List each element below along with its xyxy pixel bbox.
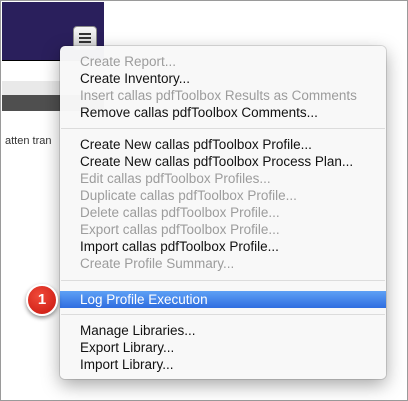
- background-partial-text: atten tran: [5, 135, 52, 147]
- menu-item-insert-results-as-comments[interactable]: Insert callas pdfToolbox Results as Comm…: [60, 87, 386, 104]
- hamburger-bar: [79, 37, 91, 39]
- menu-item-delete-profile[interactable]: Delete callas pdfToolbox Profile...: [60, 204, 386, 221]
- menu-item-edit-profiles[interactable]: Edit callas pdfToolbox Profiles...: [60, 170, 386, 187]
- options-dropdown-menu: Create Report... Create Inventory... Ins…: [60, 46, 386, 379]
- menu-item-create-new-process-plan[interactable]: Create New callas pdfToolbox Process Pla…: [60, 153, 386, 170]
- menu-item-create-new-profile[interactable]: Create New callas pdfToolbox Profile...: [60, 136, 386, 153]
- hamburger-bar: [79, 33, 91, 35]
- menu-item-export-profile[interactable]: Export callas pdfToolbox Profile...: [60, 221, 386, 238]
- menu-item-export-library[interactable]: Export Library...: [60, 339, 386, 356]
- menu-item-remove-comments[interactable]: Remove callas pdfToolbox Comments...: [60, 104, 386, 121]
- menu-item-import-profile[interactable]: Import callas pdfToolbox Profile...: [60, 238, 386, 255]
- menu-separator: [61, 314, 385, 315]
- menu-item-create-report[interactable]: Create Report...: [60, 53, 386, 70]
- menu-item-duplicate-profile[interactable]: Duplicate callas pdfToolbox Profile...: [60, 187, 386, 204]
- screenshot-frame: atten tran Create Report... Create Inven…: [0, 0, 408, 401]
- menu-item-create-profile-summary[interactable]: Create Profile Summary...: [60, 255, 386, 272]
- menu-item-manage-libraries[interactable]: Manage Libraries...: [60, 322, 386, 339]
- menu-item-create-inventory[interactable]: Create Inventory...: [60, 70, 386, 87]
- menu-separator: [61, 128, 385, 129]
- hamburger-bar: [79, 41, 91, 43]
- menu-item-import-library[interactable]: Import Library...: [60, 356, 386, 373]
- menu-item-log-profile-execution[interactable]: Log Profile Execution: [60, 291, 386, 308]
- step-number-badge: 1: [26, 284, 58, 316]
- menu-separator: [61, 280, 385, 281]
